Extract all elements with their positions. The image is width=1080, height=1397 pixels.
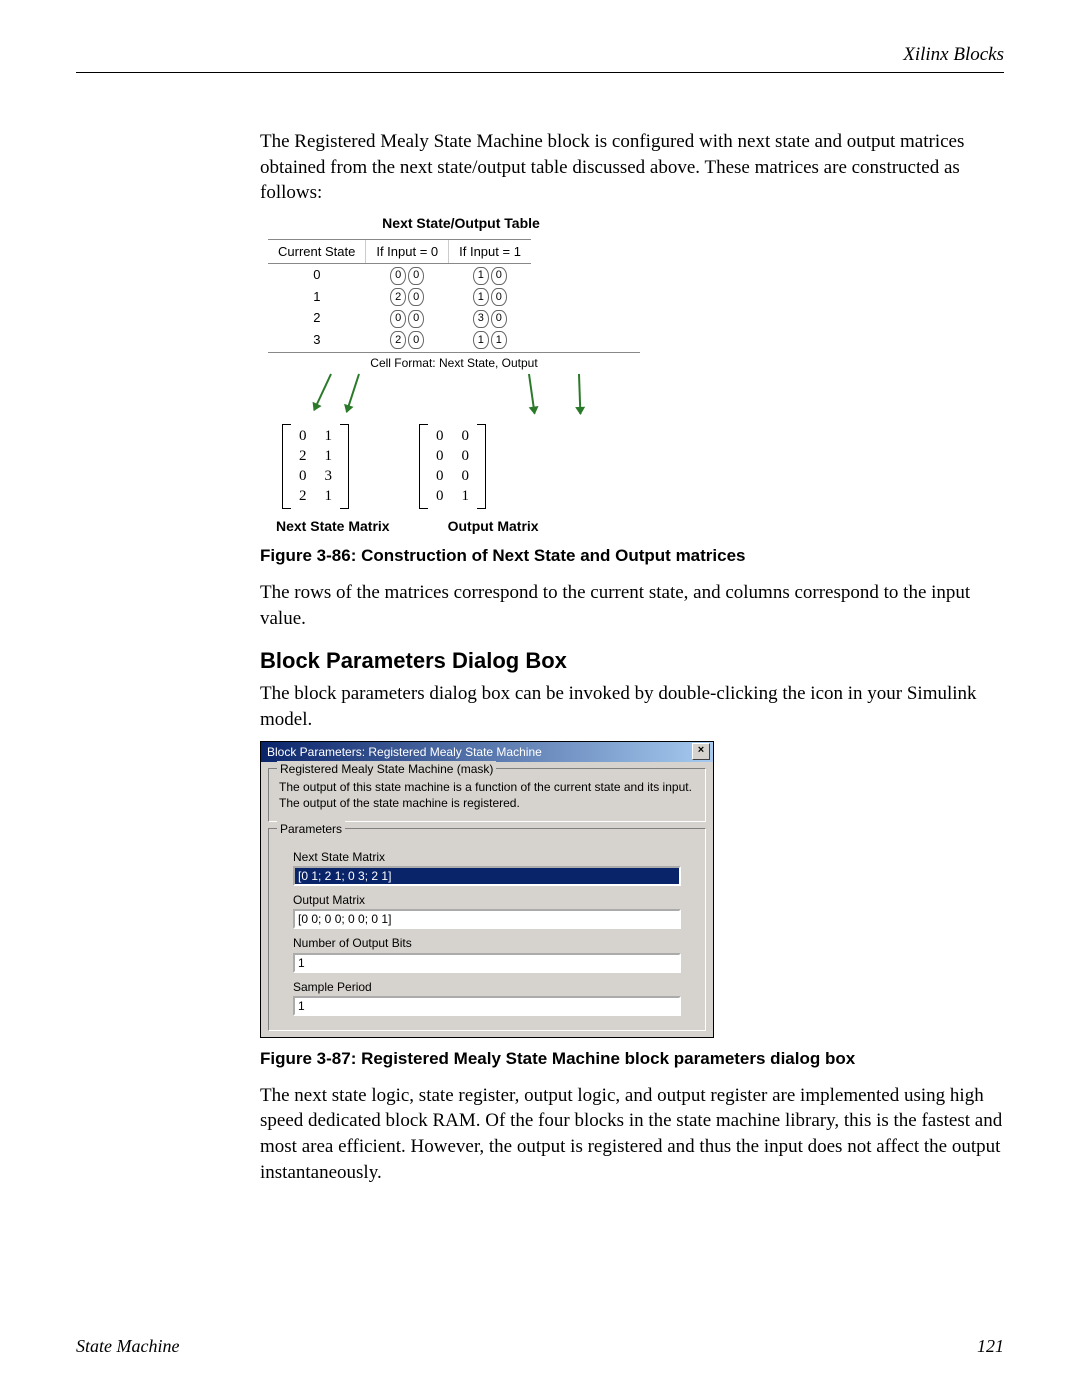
output-bits-input[interactable]: [293, 953, 681, 973]
m: 0: [436, 446, 444, 466]
parameters-group-legend: Parameters: [277, 821, 345, 837]
section-heading: Block Parameters Dialog Box: [260, 646, 1004, 676]
fig1-title: Next State/Output Table: [282, 214, 640, 233]
output-matrix-input[interactable]: [293, 909, 681, 929]
out-val: 0: [491, 310, 507, 328]
running-header: Xilinx Blocks: [76, 44, 1004, 72]
bracket-icon: [340, 424, 349, 509]
next-state-matrix: 01 21 03 21: [282, 424, 349, 509]
sample-period-input[interactable]: [293, 996, 681, 1016]
heading-paragraph: The block parameters dialog box can be i…: [260, 681, 1004, 732]
cell: 20: [366, 286, 449, 308]
figure-next-state-table: Next State/Output Table Current State If…: [260, 214, 640, 536]
block-parameters-dialog: Block Parameters: Registered Mealy State…: [260, 741, 714, 1038]
ns-val: 1: [473, 288, 489, 306]
parameters-group: Parameters Next State Matrix Output Matr…: [268, 828, 706, 1031]
out-val: 1: [491, 331, 507, 349]
dialog-title: Block Parameters: Registered Mealy State…: [267, 744, 542, 760]
arrow-icon: [528, 373, 536, 413]
ns-val: 1: [473, 331, 489, 349]
cell: 10: [449, 286, 531, 308]
output-matrix: 00 00 00 01: [419, 424, 486, 509]
matrices-row: 01 21 03 21 00 00 00 01: [282, 424, 640, 509]
m: 1: [325, 426, 333, 446]
m: 0: [462, 446, 470, 466]
cell: 11: [449, 329, 531, 351]
m: 1: [325, 486, 333, 506]
mask-group-legend: Registered Mealy State Machine (mask): [277, 761, 496, 777]
out-val: 0: [408, 267, 424, 285]
ns-val: 1: [473, 267, 489, 285]
figure2-caption: Figure 3-87: Registered Mealy State Mach…: [260, 1048, 1004, 1071]
cell: 00: [366, 264, 449, 286]
dialog-titlebar[interactable]: Block Parameters: Registered Mealy State…: [261, 742, 713, 762]
m: 0: [436, 466, 444, 486]
ns-val: 2: [390, 331, 406, 349]
cell: 20: [366, 329, 449, 351]
out-matrix-caption: Output Matrix: [448, 517, 539, 536]
state-cell: 3: [268, 329, 366, 351]
intro-paragraph: The Registered Mealy State Machine block…: [260, 129, 1004, 206]
cell: 00: [366, 307, 449, 329]
bracket-icon: [282, 424, 291, 509]
out-val: 0: [408, 310, 424, 328]
tail-paragraph: The next state logic, state register, ou…: [260, 1083, 1004, 1186]
cell-format-label: Cell Format: Next State, Output: [268, 352, 640, 371]
mask-group: Registered Mealy State Machine (mask) Th…: [268, 768, 706, 822]
m: 0: [299, 426, 307, 446]
footer-left: State Machine: [76, 1336, 179, 1357]
ns-val: 0: [390, 267, 406, 285]
m: 0: [436, 486, 444, 506]
next-state-matrix-input[interactable]: [293, 866, 681, 886]
figure1-caption: Figure 3-86: Construction of Next State …: [260, 545, 1004, 568]
m: 0: [462, 426, 470, 446]
output-matrix-label: Output Matrix: [293, 892, 681, 908]
m: 0: [462, 466, 470, 486]
ns-matrix-caption: Next State Matrix: [276, 517, 390, 536]
header-rule: [76, 72, 1004, 73]
arrow-icon: [346, 373, 360, 412]
next-state-matrix-label: Next State Matrix: [293, 849, 681, 865]
ns-val: 2: [390, 288, 406, 306]
bracket-icon: [477, 424, 486, 509]
out-val: 0: [408, 331, 424, 349]
th-current-state: Current State: [268, 239, 366, 264]
th-input-0: If Input = 0: [366, 239, 449, 264]
sample-period-label: Sample Period: [293, 979, 681, 995]
arrow-icon: [578, 374, 581, 414]
m: 2: [299, 446, 307, 466]
m: 0: [436, 426, 444, 446]
bracket-icon: [419, 424, 428, 509]
mid-paragraph: The rows of the matrices correspond to t…: [260, 580, 1004, 631]
ns-val: 0: [390, 310, 406, 328]
state-table: Current State If Input = 0 If Input = 1 …: [268, 239, 531, 351]
m: 0: [299, 466, 307, 486]
mask-description: The output of this state machine is a fu…: [279, 779, 695, 811]
cell: 10: [449, 264, 531, 286]
output-bits-label: Number of Output Bits: [293, 935, 681, 951]
out-val: 0: [408, 288, 424, 306]
ns-val: 3: [473, 310, 489, 328]
m: 1: [325, 446, 333, 466]
footer-page-number: 121: [977, 1336, 1004, 1357]
cell: 30: [449, 307, 531, 329]
out-val: 0: [491, 288, 507, 306]
m: 2: [299, 486, 307, 506]
m: 1: [462, 486, 470, 506]
out-val: 0: [491, 267, 507, 285]
arrow-icon: [313, 373, 332, 410]
state-cell: 1: [268, 286, 366, 308]
close-icon[interactable]: ×: [692, 743, 710, 760]
m: 3: [325, 466, 333, 486]
state-cell: 0: [268, 264, 366, 286]
arrows: [268, 372, 638, 420]
th-input-1: If Input = 1: [449, 239, 531, 264]
state-cell: 2: [268, 307, 366, 329]
